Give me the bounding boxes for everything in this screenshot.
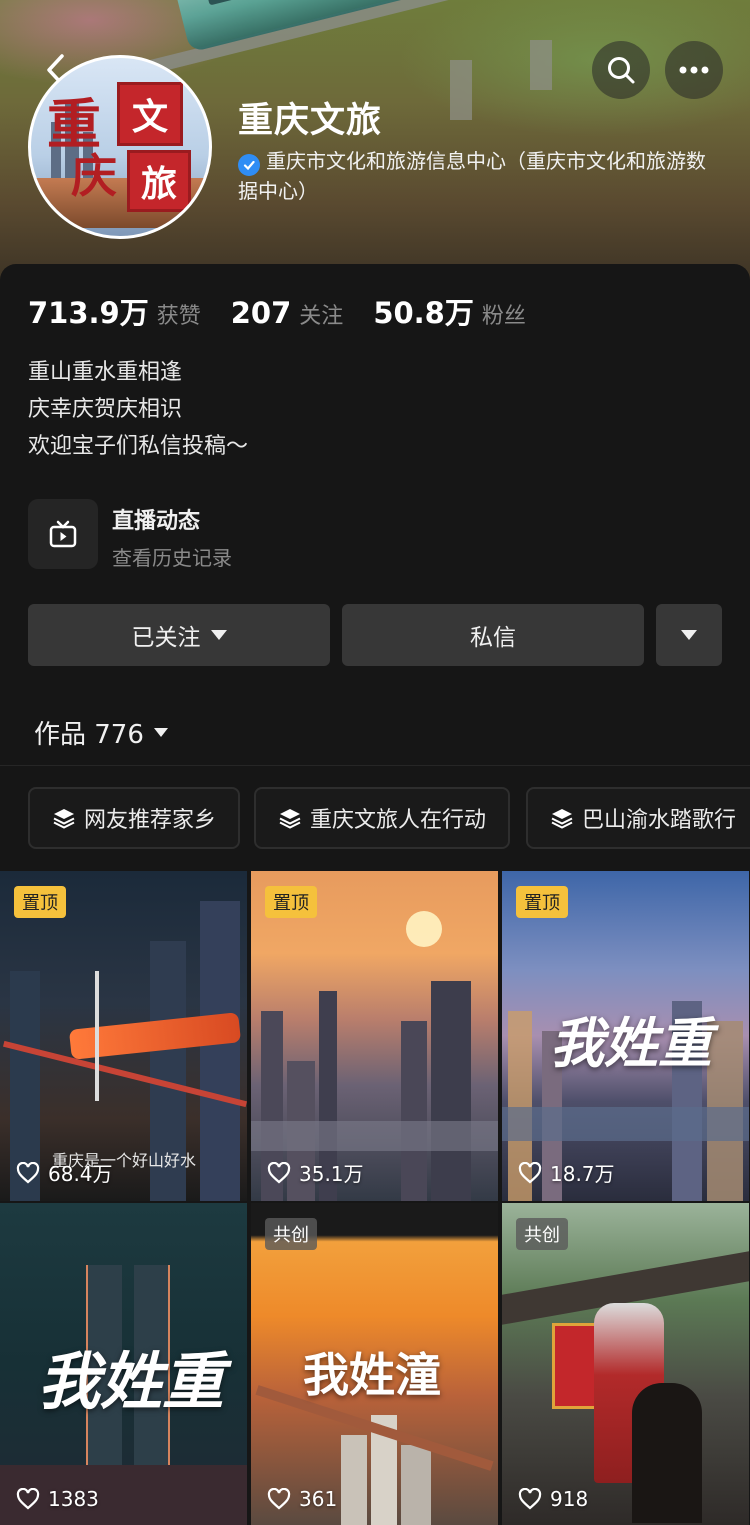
bio: 重山重水重相逢 庆幸庆贺庆相识 欢迎宝子们私信投稿～: [28, 354, 248, 465]
caret-down-icon: [153, 728, 168, 737]
avatar-stamp-2: 旅: [127, 150, 191, 212]
divider: [0, 765, 750, 766]
video-thumbnail[interactable]: 我姓重 1383: [0, 1203, 247, 1525]
co-creation-badge: 共创: [265, 1218, 317, 1250]
like-count: 35.1万: [267, 1158, 364, 1187]
search-icon: [608, 57, 635, 84]
video-thumbnail[interactable]: 置顶 35.1万: [251, 871, 498, 1201]
followers-label[interactable]: 粉丝: [482, 298, 526, 330]
following-button-label: 已关注: [131, 625, 201, 651]
works-tab-label: 作品 776: [34, 720, 144, 750]
verified-icon: [238, 154, 260, 176]
heart-icon: [518, 1161, 542, 1183]
caret-down-icon: [681, 630, 697, 640]
profile-name: 重庆文旅: [238, 101, 383, 141]
video-caption: 我姓重: [550, 1011, 712, 1075]
layers-icon: [551, 809, 573, 829]
verified-text: 重庆市文化和旅游信息中心（重庆市文化和旅游数据中心）: [238, 149, 706, 203]
layers-icon: [53, 809, 75, 829]
like-count: 1383: [16, 1487, 99, 1511]
live-subtitle[interactable]: 查看历史记录: [112, 542, 232, 571]
more-options-button[interactable]: [656, 604, 722, 666]
like-count-value: 68.4万: [48, 1162, 113, 1186]
avatar[interactable]: 文 旅 重 庆: [28, 55, 212, 239]
pinned-badge: 置顶: [516, 886, 568, 918]
following-count[interactable]: 207: [231, 296, 292, 330]
video-thumbnail[interactable]: 共创 我姓潼 361: [251, 1203, 498, 1525]
video-caption: 我姓潼: [303, 1348, 441, 1402]
like-count: 361: [267, 1487, 337, 1511]
pinned-badge: 置顶: [265, 886, 317, 918]
video-caption: 我姓重: [38, 1345, 225, 1418]
search-button[interactable]: [592, 41, 650, 99]
bio-line: 重山重水重相逢: [28, 360, 183, 385]
more-button[interactable]: [665, 41, 723, 99]
like-count: 68.4万: [16, 1158, 113, 1187]
like-count: 918: [518, 1487, 588, 1511]
more-icon: [679, 66, 709, 74]
collection-chip-label: 重庆文旅人在行动: [310, 808, 487, 833]
message-button[interactable]: 私信: [342, 604, 644, 666]
following-label[interactable]: 关注: [299, 298, 343, 330]
collection-chip[interactable]: 网友推荐家乡: [28, 787, 241, 849]
pinned-badge: 置顶: [14, 886, 66, 918]
verification-info: 重庆市文化和旅游信息中心（重庆市文化和旅游数据中心）: [238, 146, 708, 206]
video-thumbnail[interactable]: 共创 918: [502, 1203, 749, 1525]
like-count-value: 361: [299, 1487, 338, 1511]
like-count-value: 35.1万: [299, 1162, 364, 1186]
video-thumbnail[interactable]: 置顶 重庆是一个好山好水 68.4万: [0, 871, 247, 1201]
followers-count[interactable]: 50.8万: [373, 290, 474, 332]
collection-chip-label: 网友推荐家乡: [84, 808, 217, 833]
collection-chip[interactable]: 重庆文旅人在行动: [254, 787, 511, 849]
likes-label: 获赞: [156, 304, 201, 329]
bio-line: 庆幸庆贺庆相识: [28, 397, 183, 422]
video-thumbnail[interactable]: 置顶 我姓重 18.7万: [502, 871, 749, 1201]
tv-icon: [49, 520, 77, 548]
collection-chip[interactable]: 巴山渝水踏歌行: [526, 787, 750, 849]
like-count-value: 918: [550, 1487, 589, 1511]
heart-icon: [267, 1488, 291, 1510]
like-count-value: 18.7万: [550, 1162, 615, 1186]
heart-icon: [267, 1161, 291, 1183]
likes-count: 713.9万: [28, 296, 149, 330]
following-button[interactable]: 已关注: [28, 604, 330, 666]
heart-icon: [518, 1488, 542, 1510]
avatar-stamp-1: 文: [117, 82, 183, 146]
layers-icon: [279, 809, 301, 829]
heart-icon: [16, 1161, 40, 1183]
heart-icon: [16, 1488, 40, 1510]
works-tab[interactable]: 作品 776: [34, 714, 168, 751]
like-count: 18.7万: [518, 1158, 615, 1187]
caret-down-icon: [210, 630, 227, 640]
collection-chip-label: 巴山渝水踏歌行: [582, 808, 737, 833]
stats-row: 713.9万 获赞 207 关注 50.8万 粉丝: [28, 290, 556, 332]
co-creation-badge: 共创: [516, 1218, 568, 1250]
avatar-brush-2: 庆: [71, 149, 117, 203]
live-history-button[interactable]: [28, 499, 98, 569]
bio-line: 欢迎宝子们私信投稿～: [28, 434, 249, 459]
like-count-value: 1383: [48, 1487, 99, 1511]
message-button-label: 私信: [470, 625, 516, 651]
live-title[interactable]: 直播动态: [112, 503, 200, 535]
